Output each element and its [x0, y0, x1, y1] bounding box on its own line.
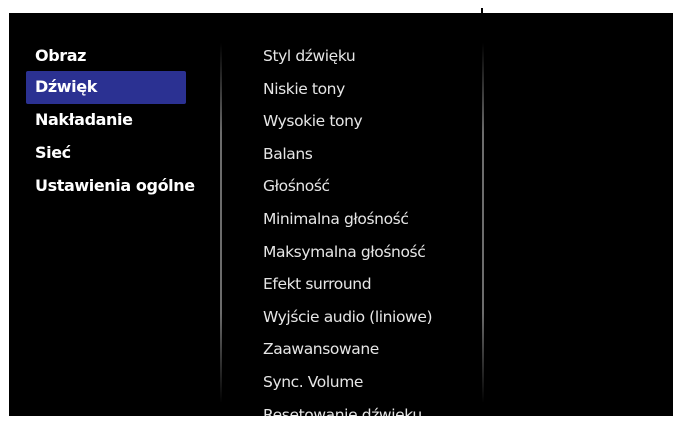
category-item-dzwiek[interactable]: Dźwięk: [26, 71, 186, 104]
setting-item-sync-volume[interactable]: Sync. Volume: [263, 366, 478, 399]
setting-item-wyjscie-audio[interactable]: Wyjście audio (liniowe): [263, 301, 478, 334]
setting-item-wysokie-tony[interactable]: Wysokie tony: [263, 105, 478, 138]
setting-item-styl-dzwieku[interactable]: Styl dźwięku: [263, 40, 478, 73]
setting-item-efekt-surround[interactable]: Efekt surround: [263, 268, 478, 301]
setting-item-glosnosc[interactable]: Głośność: [263, 170, 478, 203]
column-divider: [482, 43, 484, 403]
category-list: Obraz Dźwięk Nakładanie Sieć Ustawienia …: [26, 40, 195, 203]
setting-item-resetowanie-dzwieku[interactable]: Resetowanie dźwięku: [263, 399, 478, 416]
setting-item-maksymalna-glosnosc[interactable]: Maksymalna głośność: [263, 236, 478, 269]
sound-settings-list: Styl dźwięku Niskie tony Wysokie tony Ba…: [263, 40, 478, 416]
settings-menu-panel: Obraz Dźwięk Nakładanie Sieć Ustawienia …: [9, 13, 673, 416]
setting-item-balans[interactable]: Balans: [263, 138, 478, 171]
category-item-nakladanie[interactable]: Nakładanie: [26, 104, 186, 137]
column-divider: [220, 43, 222, 403]
setting-item-niskie-tony[interactable]: Niskie tony: [263, 73, 478, 106]
setting-item-minimalna-glosnosc[interactable]: Minimalna głośność: [263, 203, 478, 236]
category-item-ustawienia-ogolne[interactable]: Ustawienia ogólne: [26, 170, 195, 203]
category-item-siec[interactable]: Sieć: [26, 137, 186, 170]
category-item-obraz[interactable]: Obraz: [26, 40, 186, 71]
setting-item-zaawansowane[interactable]: Zaawansowane: [263, 333, 478, 366]
